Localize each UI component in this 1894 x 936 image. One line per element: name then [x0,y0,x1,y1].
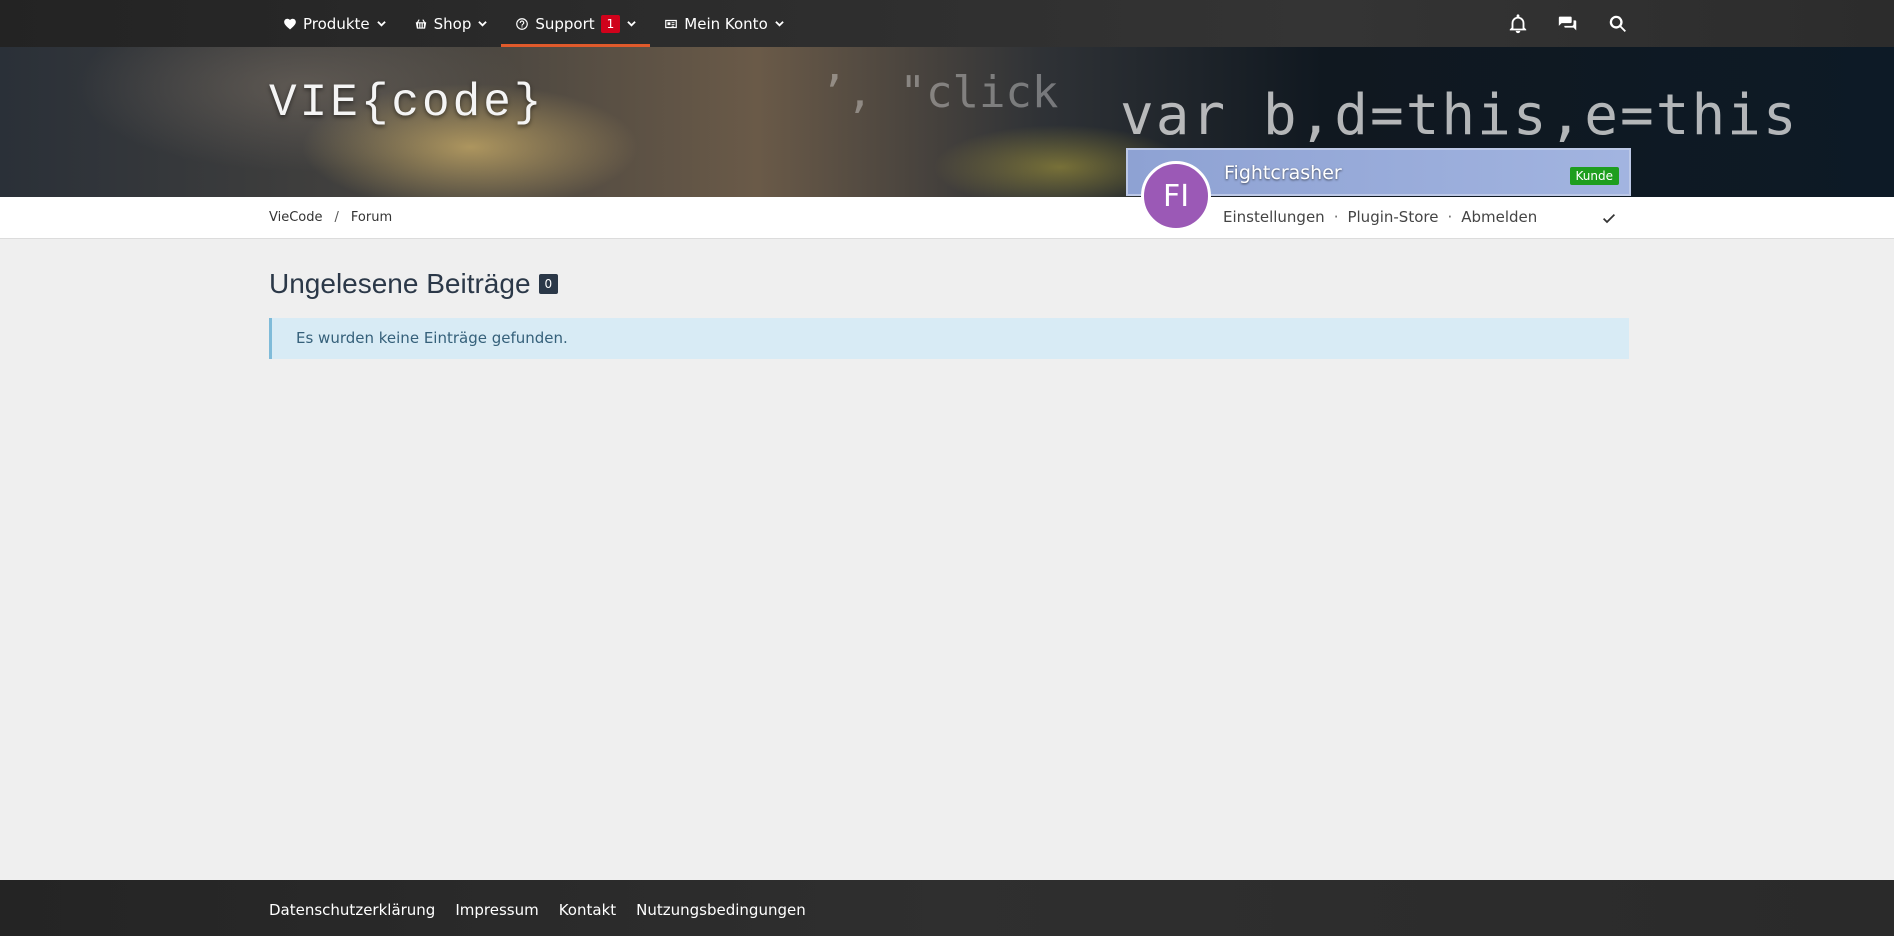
link-separator: · [1333,208,1339,226]
breadcrumb-item-viecode[interactable]: VieCode [269,210,323,225]
link-separator: · [1447,208,1453,226]
heart-icon [284,18,296,29]
top-navigation: Produkte Shop Support 1 Mein Konto [0,0,1894,47]
main-menu: Produkte Shop Support 1 Mein Konto [269,0,798,47]
basket-icon [415,18,426,29]
nav-label-produkte: Produkte [303,14,370,33]
chevron-down-icon [478,21,488,27]
user-links: Einstellungen · Plugin-Store · Abmelden [1223,208,1537,226]
banner-code-text: var b,d=this,e=this [1120,83,1799,148]
username[interactable]: Fightcrasher [1224,162,1342,184]
footer-links: Datenschutzerklärung Impressum Kontakt N… [269,901,806,919]
nav-item-produkte[interactable]: Produkte [269,0,400,47]
bell-icon[interactable] [1507,13,1529,35]
footer: Datenschutzerklärung Impressum Kontakt N… [0,880,1894,936]
link-einstellungen[interactable]: Einstellungen [1223,208,1325,226]
info-notice: Es wurden keine Einträge gefunden. [269,318,1629,359]
id-card-icon [665,19,678,28]
breadcrumb-separator: / [334,210,339,225]
link-abmelden[interactable]: Abmelden [1461,208,1537,226]
search-icon[interactable] [1607,13,1629,35]
breadcrumb: VieCode / Forum [269,210,392,225]
chevron-down-icon [775,21,784,27]
chevron-down-icon [376,21,386,27]
footer-link-datenschutz[interactable]: Datenschutzerklärung [269,901,435,919]
check-icon[interactable] [1601,210,1617,226]
nav-label-mein-konto: Mein Konto [684,14,768,33]
nav-label-support: Support [535,14,595,33]
avatar-initials: FI [1162,178,1190,214]
page-title-row: Ungelesene Beiträge 0 [269,268,559,300]
nav-label-shop: Shop [433,14,472,33]
user-rank-badge: Kunde [1569,167,1619,185]
breadcrumb-item-forum[interactable]: Forum [351,210,392,225]
nav-item-support[interactable]: Support 1 [501,0,651,47]
question-circle-icon [516,17,529,30]
footer-link-kontakt[interactable]: Kontakt [559,901,616,919]
footer-link-impressum[interactable]: Impressum [455,901,538,919]
nav-item-mein-konto[interactable]: Mein Konto [650,0,797,47]
page-title: Ungelesene Beiträge [269,268,531,299]
nav-item-shop[interactable]: Shop [400,0,502,47]
site-logo[interactable]: VIE{code} [269,77,544,129]
footer-link-nutzungsbedingungen[interactable]: Nutzungsbedingungen [636,901,806,919]
support-count-badge: 1 [600,14,621,33]
comments-icon[interactable] [1557,13,1579,35]
avatar[interactable]: FI [1141,161,1211,231]
banner-code-text-top: ’, "click [820,67,1059,118]
chevron-down-icon [627,21,637,27]
link-plugin-store[interactable]: Plugin-Store [1347,208,1438,226]
nav-icon-group [1507,0,1629,47]
unread-count-badge: 0 [538,274,559,294]
